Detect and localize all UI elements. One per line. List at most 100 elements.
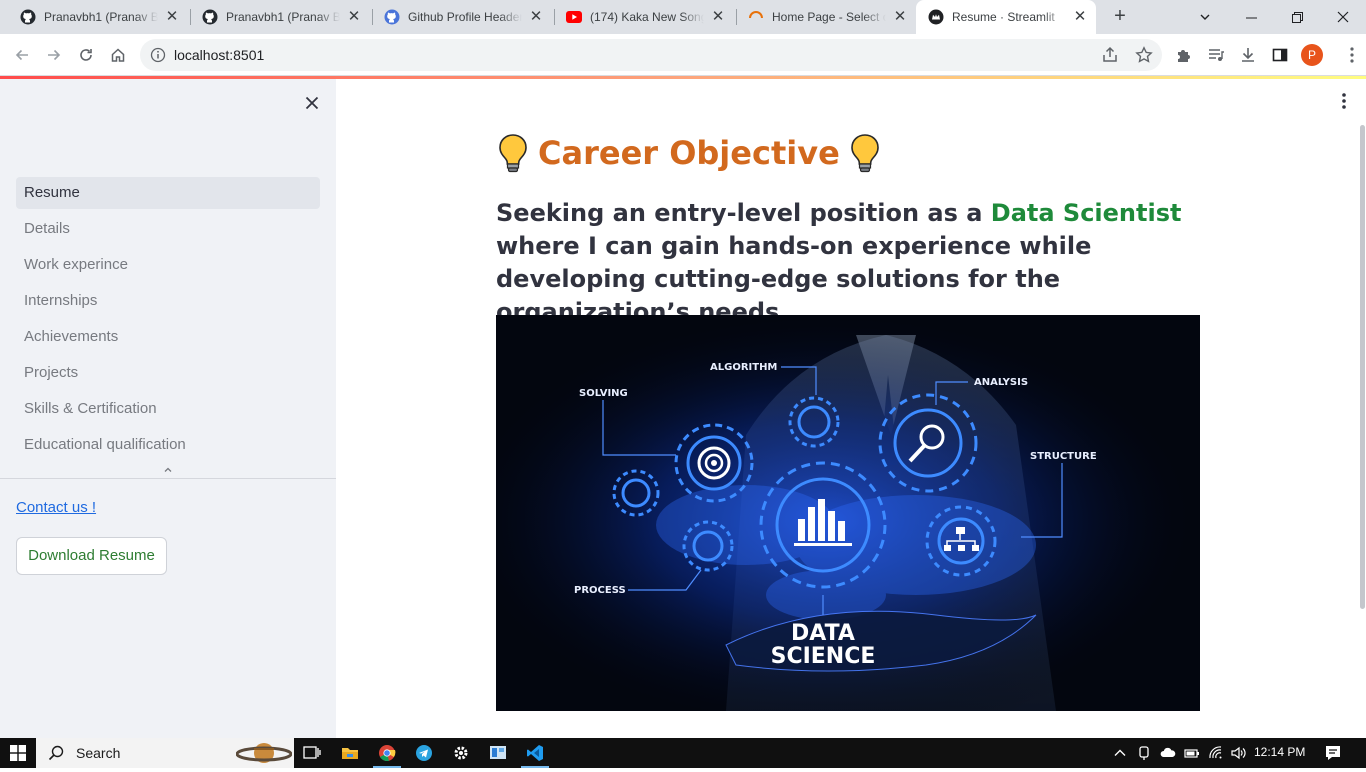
usb-device-icon[interactable] [1136,745,1152,761]
structure-label: STRUCTURE [1030,451,1097,462]
tab-title: Resume · Streamlit [952,10,1055,24]
browser-tab-strip: Pranavbh1 (Pranav Bh ✕ Pranavbh1 (Pranav… [0,0,1366,34]
wifi-icon[interactable] [1208,745,1224,761]
saturn-planet-icon [235,739,293,767]
side-panel-icon[interactable] [1266,41,1294,69]
close-tab-icon[interactable]: ✕ [528,9,544,25]
sidebar-item-details[interactable]: Details [16,213,320,245]
browser-tab-github-2[interactable]: Pranavbh1 (Pranav Bh ✕ [190,0,370,34]
bookmark-star-icon[interactable] [1134,45,1154,65]
media-control-icon[interactable] [1202,41,1230,69]
task-view-icon[interactable] [294,738,330,768]
sidebar-item-educational-qualification[interactable]: Educational qualification [16,429,320,461]
sidebar-item-internships[interactable]: Internships [16,285,320,317]
contact-us-link[interactable]: Contact us ! [16,499,96,516]
downloads-icon[interactable] [1234,41,1262,69]
sidebar-nav: Resume Details Work experince Internship… [16,177,320,465]
github-blue-icon [384,9,400,25]
loading-spinner-icon [748,9,764,25]
data-science-title-line1: DATA [791,621,855,646]
solving-label: SOLVING [579,388,628,399]
tab-title: Home Page - Select or [772,10,886,24]
data-science-title-line2: SCIENCE [771,644,876,669]
lightbulb-icon [848,131,882,175]
objective-text-start: Seeking an entry-level position as a [496,199,991,227]
objective-highlight: Data Scientist [990,199,1182,227]
vscode-icon[interactable] [517,738,553,768]
site-info-icon[interactable] [150,47,166,63]
close-tab-icon[interactable]: ✕ [164,9,180,25]
close-tab-icon[interactable]: ✕ [892,9,908,25]
speaker-volume-icon[interactable] [1230,745,1246,761]
windows-start-icon[interactable] [0,738,36,768]
screen-app-icon[interactable] [480,738,516,768]
lightbulb-icon [496,131,530,175]
onedrive-cloud-icon[interactable] [1160,745,1176,761]
close-tab-icon[interactable]: ✕ [1072,9,1088,25]
taskbar-clock[interactable]: 12:14 PM [1254,745,1305,759]
sidebar: Resume Details Work experince Internship… [0,79,336,738]
close-window-button[interactable] [1320,0,1366,34]
chrome-icon[interactable] [369,738,405,768]
taskbar-search-box[interactable]: Search [36,738,294,768]
settings-gear-icon[interactable] [443,738,479,768]
back-button[interactable] [8,41,36,69]
data-science-image: SOLVING ALGORITHM ANALYSIS STRUCTURE PRO… [496,315,1200,711]
minimize-window-button[interactable] [1228,0,1274,34]
analysis-label: ANALYSIS [974,377,1028,388]
youtube-icon [566,9,582,25]
windows-taskbar: Search 12:14 PM [0,738,1366,768]
browser-tab-home-page[interactable]: Home Page - Select or ✕ [736,0,916,34]
process-label: PROCESS [574,585,626,596]
tab-title: Pranavbh1 (Pranav Bh [226,10,340,24]
career-objective-text: Seeking an entry-level position as a Dat… [496,197,1196,329]
browser-menu-icon[interactable] [1338,41,1366,69]
telegram-icon[interactable] [406,738,442,768]
main-content: Career Objective Seeking an entry-level … [336,79,1366,738]
share-icon[interactable] [1100,45,1120,65]
close-tab-icon[interactable]: ✕ [346,9,362,25]
file-explorer-icon[interactable] [332,738,368,768]
close-sidebar-icon[interactable] [302,93,322,113]
sidebar-divider [0,478,336,479]
tab-search-chevron-icon[interactable] [1182,0,1228,34]
extensions-puzzle-icon[interactable] [1170,41,1198,69]
sidebar-item-resume[interactable]: Resume [16,177,320,209]
page-title: Career Objective [496,131,882,175]
restore-window-button[interactable] [1274,0,1320,34]
reload-button[interactable] [72,41,100,69]
tab-title: (174) Kaka New Song [590,10,704,24]
github-icon [20,9,36,25]
battery-icon[interactable] [1184,745,1200,761]
sidebar-item-achievements[interactable]: Achievements [16,321,320,353]
download-resume-button[interactable]: Download Resume [16,537,167,575]
url-text: localhost:8501 [174,47,265,63]
browser-tab-resume-streamlit[interactable]: Resume · Streamlit ✕ [916,0,1096,34]
sidebar-item-skills-certification[interactable]: Skills & Certification [16,393,320,425]
objective-text-end: where I can gain hands-on experience whi… [496,232,1092,326]
forward-button[interactable] [40,41,68,69]
profile-avatar[interactable]: P [1301,44,1323,66]
home-button[interactable] [104,41,132,69]
sidebar-item-work-experience[interactable]: Work experince [16,249,320,281]
browser-tab-youtube[interactable]: (174) Kaka New Song ✕ [554,0,734,34]
tray-overflow-chevron-icon[interactable] [1112,745,1128,761]
career-objective-heading: Career Objective [538,134,840,172]
address-bar[interactable]: localhost:8501 [140,39,1162,71]
notification-center-icon[interactable] [1324,744,1342,762]
browser-toolbar: localhost:8501 P [0,34,1366,76]
browser-tab-github-header[interactable]: Github Profile Header ✕ [372,0,552,34]
github-icon [202,9,218,25]
scrollbar-thumb[interactable] [1360,125,1365,609]
search-placeholder: Search [76,745,121,761]
app-menu-icon[interactable] [1339,91,1349,111]
new-tab-button[interactable]: + [1108,5,1132,29]
sidebar-item-projects[interactable]: Projects [16,357,320,389]
close-tab-icon[interactable]: ✕ [710,9,726,25]
browser-tab-github-1[interactable]: Pranavbh1 (Pranav Bh ✕ [8,0,188,34]
search-icon [48,745,64,761]
collapse-nav-chevron-icon[interactable] [162,463,174,475]
algorithm-label: ALGORITHM [710,362,777,373]
tab-title: Github Profile Header [408,10,522,24]
streamlit-crown-icon [928,9,944,25]
